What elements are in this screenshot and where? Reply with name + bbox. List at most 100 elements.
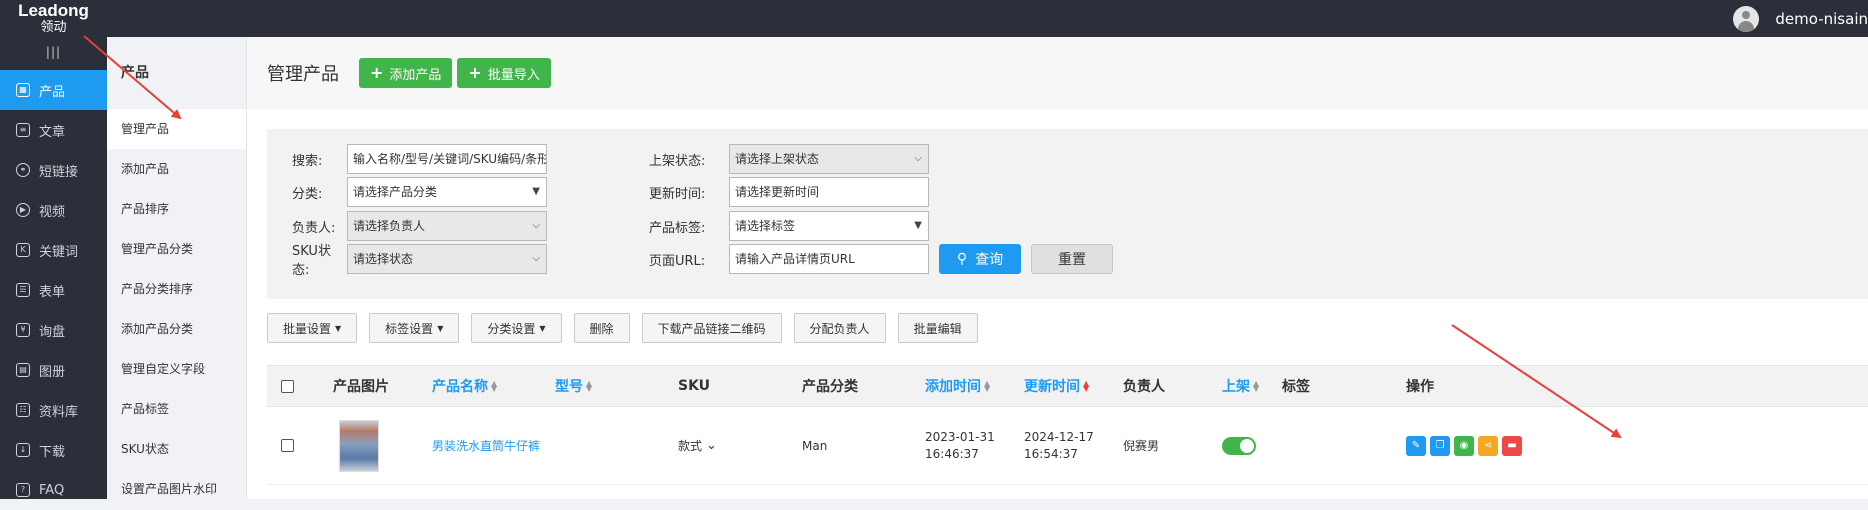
sidebar-item-label: 询盘 (39, 324, 66, 340)
sidebar-item-label: 文章 (39, 124, 66, 140)
sidebar-item-downloads[interactable]: ↓ 下载 (0, 430, 107, 470)
reset-button[interactable]: 重置 (1031, 244, 1113, 274)
copy-icon[interactable]: ❐ (1430, 435, 1450, 456)
col-product-image: 产品图片 (333, 379, 389, 395)
share-icon[interactable]: ⋖ (1478, 435, 1498, 456)
search-input[interactable]: 输入名称/型号/关键词/SKU编码/条形 (347, 144, 547, 174)
sidebar-item-inquiries[interactable]: ¥ 询盘 (0, 310, 107, 350)
batch-settings-button[interactable]: 批量设置 ▼ (267, 313, 358, 343)
logo-subtext: 领动 (40, 20, 67, 35)
table-row[interactable]: 男装洗水直筒牛仔裤 款式 ⌄ Man 2023-01-31 16:46:37 202… (267, 407, 1868, 485)
chevron-down-icon: ⌵ (914, 153, 922, 164)
sidebar-item-videos[interactable]: ▶ 视频 (0, 190, 107, 230)
sidebar-item-articles[interactable]: ≡ 文章 (0, 110, 107, 150)
user-menu[interactable]: demo-nisain (1733, 0, 1868, 37)
sidebar-item-label: 关键词 (39, 244, 79, 260)
assign-owner-button[interactable]: 分配负责人 (793, 313, 886, 343)
category-value: 请选择产品分类 (353, 185, 438, 199)
subnav-item-sku-status[interactable]: SKU状态 (107, 429, 246, 469)
col-updated-time[interactable]: 更新时间 ▲ ▼ (1024, 366, 1089, 406)
publish-toggle[interactable] (1222, 436, 1256, 455)
col-actions: 操作 (1406, 379, 1434, 395)
page-title: 管理产品 (267, 64, 339, 85)
subnav-item-manage-categories[interactable]: 管理产品分类 (107, 229, 246, 269)
col-product-name-label: 产品名称 (432, 379, 488, 395)
category-settings-button[interactable]: 分类设置 ▼ (471, 313, 562, 343)
col-product-name[interactable]: 产品名称 ▲ ▼ (432, 366, 497, 406)
album-icon: ▤ (16, 363, 30, 377)
chevron-down-icon: ⌄ (706, 438, 717, 453)
col-published[interactable]: 上架 ▲ ▼ (1222, 366, 1259, 406)
page-url-label: 页面URL: (649, 253, 706, 269)
sku-status-select[interactable]: 请选择状态 ⌵ (347, 244, 547, 274)
sidebar-item-label: 产品 (39, 84, 66, 100)
added-time: 2023-01-31 16:46:37 (925, 407, 995, 484)
sidebar-item-albums[interactable]: ▤ 图册 (0, 350, 107, 390)
subnav-item-product-tags[interactable]: 产品标签 (107, 389, 246, 429)
add-product-button[interactable]: + 添加产品 (359, 58, 453, 88)
product-name-link[interactable]: 男装洗水直筒牛仔裤 (432, 407, 540, 484)
product-tag-value: 请选择标签 (735, 219, 796, 233)
page-url-input[interactable]: 请输入产品详情页URL (729, 244, 929, 274)
col-model[interactable]: 型号 ▲ ▼ (555, 366, 592, 406)
publish-status-label: 上架状态: (649, 153, 706, 169)
product-thumbnail[interactable] (339, 419, 379, 472)
added-clock: 16:46:37 (925, 446, 979, 461)
search-label: 搜索: (292, 153, 323, 169)
subnav-item-product-sort[interactable]: 产品排序 (107, 189, 246, 229)
logo[interactable]: Leadong 领动 (0, 0, 107, 37)
sidebar-item-label: 表单 (39, 284, 66, 300)
sidebar-item-label: 资料库 (39, 404, 79, 420)
sidebar-item-keywords[interactable]: K 关键词 (0, 230, 107, 270)
view-icon[interactable]: ◉ (1454, 435, 1474, 456)
col-category: 产品分类 (802, 379, 858, 395)
col-sku: SKU (678, 378, 711, 394)
page-header: 管理产品 + 添加产品 + 批量导入 (247, 37, 1868, 109)
caret-down-icon: ▼ (335, 323, 342, 333)
user-name: demo-nisain (1775, 9, 1868, 28)
update-time-input[interactable]: 请选择更新时间 (729, 177, 929, 207)
publish-status-select[interactable]: 请选择上架状态 ⌵ (729, 144, 929, 174)
tag-settings-label: 标签设置 (385, 321, 434, 336)
subnav-item-add-product[interactable]: 添加产品 (107, 149, 246, 189)
product-tag-label: 产品标签: (649, 220, 706, 236)
subnav-item-manage-products[interactable]: 管理产品 (107, 109, 246, 149)
category-select[interactable]: 请选择产品分类 ▼ (347, 177, 547, 207)
delete-button[interactable]: 删除 (573, 313, 630, 343)
tag-settings-button[interactable]: 标签设置 ▼ (369, 313, 460, 343)
updated-date: 2024-12-17 (1024, 429, 1094, 444)
batch-import-button[interactable]: + 批量导入 (457, 58, 551, 88)
sku-status-label: SKU状态: (292, 244, 331, 278)
sidebar-item-library[interactable]: ☷ 资料库 (0, 390, 107, 430)
owner-select[interactable]: 请选择负责人 ⌵ (347, 211, 547, 241)
collapse-menu-icon[interactable]: ||| (0, 37, 107, 70)
subnav-item-image-watermark[interactable]: 设置产品图片水印 (107, 469, 246, 509)
batch-toolbar: 批量设置 ▼ 标签设置 ▼ 分类设置 ▼ 删除 下载产品链接二维码 分配负责人 批量编… (267, 313, 990, 345)
subnav-item-custom-fields[interactable]: 管理自定义字段 (107, 349, 246, 389)
link-icon: ⚭ (16, 163, 30, 177)
row-checkbox[interactable] (281, 439, 294, 452)
sidebar-item-products[interactable]: ▦ 产品 (0, 70, 107, 110)
query-button[interactable]: ⚲ 查询 (939, 244, 1021, 274)
delete-icon[interactable]: ▬ (1502, 435, 1522, 456)
select-all-checkbox[interactable] (281, 379, 294, 393)
subnav-item-add-category[interactable]: 添加产品分类 (107, 309, 246, 349)
subnav-item-category-sort[interactable]: 产品分类排序 (107, 269, 246, 309)
sidebar-item-short-links[interactable]: ⚭ 短链接 (0, 150, 107, 190)
edit-icon[interactable]: ✎ (1406, 435, 1426, 456)
col-added-time[interactable]: 添加时间 ▲ ▼ (925, 366, 990, 406)
category-label: 分类: (292, 186, 323, 202)
caret-down-icon: ▼ (914, 220, 922, 231)
article-icon: ≡ (16, 123, 30, 137)
col-tags: 标签 (1282, 379, 1310, 395)
batch-edit-button[interactable]: 批量编辑 (897, 313, 978, 343)
sku-dropdown[interactable]: 款式 ⌄ (678, 407, 717, 484)
sidebar-item-label: 下载 (39, 444, 66, 460)
sidebar-item-forms[interactable]: ☰ 表单 (0, 270, 107, 310)
table-header: 产品图片 产品名称 ▲ ▼ 型号 ▲ ▼ SKU 产品分类 添加时间 ▲ ▼ 更新时间 ▲ ▼ … (267, 365, 1868, 407)
sidebar-item-faq[interactable]: ? FAQ (0, 470, 107, 510)
filter-panel: 搜索: 输入名称/型号/关键词/SKU编码/条形 分类: 请选择产品分类 ▼ 负责… (267, 129, 1868, 299)
download-qr-button[interactable]: 下载产品链接二维码 (641, 313, 782, 343)
product-tag-select[interactable]: 请选择标签 ▼ (729, 211, 929, 241)
sidebar: ||| ▦ 产品 ≡ 文章 ⚭ 短链接 ▶ 视频 K 关键词 ☰ 表单 ¥ 询盘… (0, 37, 107, 499)
